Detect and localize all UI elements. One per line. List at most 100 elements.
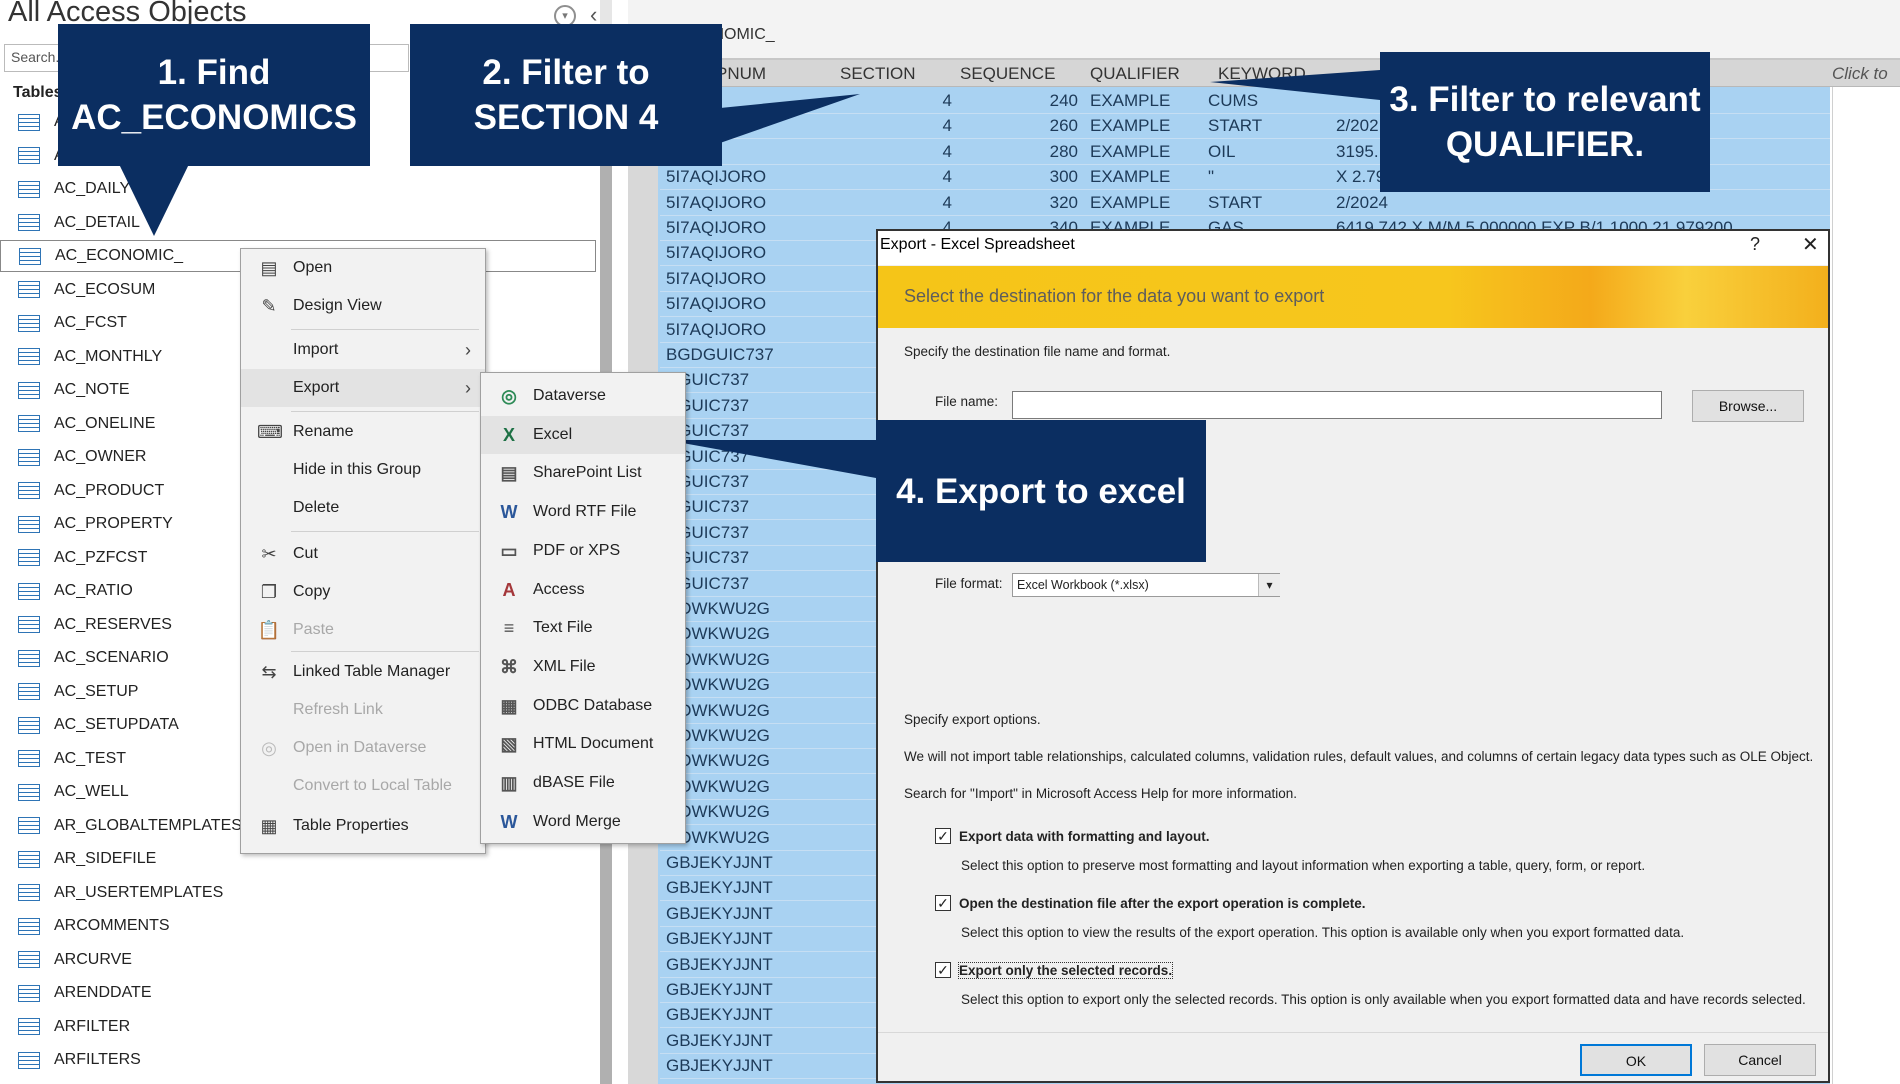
menu-linked-table-manager[interactable]: ⇆ Linked Table Manager [241,653,485,691]
specify-destination-text: Specify the destination file name and fo… [904,344,1171,359]
export-item-excel[interactable]: X Excel [481,415,685,454]
export-item-label: Dataverse [533,387,606,404]
option-2-label[interactable]: Open the destination file after the expo… [959,896,1366,911]
menu-convert-label: Convert to Local Table [293,777,452,794]
menu-separator [291,651,479,652]
dataverse-icon: ◎ [501,386,517,406]
browse-button[interactable]: Browse... [1692,390,1804,422]
export-item-label: Word RTF File [533,503,637,521]
menu-cut-label: Cut [293,545,318,562]
export-item-label: XML File [533,657,596,675]
export-item-label: dBASE File [533,774,615,791]
callout-1: 1. Find AC_ECONOMICS [58,24,370,166]
option-1-checkbox[interactable]: ✓ [935,828,951,844]
dataverse-icon: ◎ [261,738,277,758]
scissors-icon: ✂ [261,544,277,564]
menu-import[interactable]: Import › [241,331,485,369]
option-3-label[interactable]: Export only the selected records. [957,962,1174,979]
menu-delete-label: Delete [293,499,340,516]
text-file-icon: ≡ [503,618,515,639]
option-2-description: Select this option to view the results o… [961,925,1685,940]
word-icon: W [500,502,518,523]
callout-4: 4. Export to excel [876,420,1206,562]
export-submenu: ◎ Dataverse X Excel ▤ SharePoint List W Word RT… [480,372,686,844]
menu-rename[interactable]: ⌨ Rename [241,413,485,451]
menu-separator [291,531,479,532]
export-item-label: HTML Document [533,735,654,753]
menu-hide-label: Hide in this Group [293,461,422,478]
dialog-footer-divider [878,1032,1828,1033]
export-item-label: PDF or XPS [533,541,621,559]
export-item-odbc-database[interactable]: ▦ ODBC Database [481,687,685,725]
callout-3: 3. Filter to relevant QUALIFIER. [1380,52,1710,192]
menu-cut[interactable]: ✂ Cut [241,535,485,573]
dialog-title: Export - Excel Spreadsheet [880,236,1075,253]
callout-2-pointer [700,94,860,150]
dbase-icon: ▥ [500,773,518,793]
option-1-label[interactable]: Export data with formatting and layout. [959,829,1210,844]
export-item-label: SharePoint List [533,464,642,482]
file-format-select[interactable]: Excel Workbook (*.xlsx) [1012,573,1280,597]
menu-copy-label: Copy [293,583,331,600]
menu-import-label: Import [293,341,339,358]
menu-delete[interactable]: Delete [241,489,485,527]
chevron-down-icon[interactable]: ▾ [1258,574,1280,596]
option-3-checkbox[interactable]: ✓ [935,962,951,978]
html-icon: ▧ [500,734,518,755]
odbc-icon: ▦ [500,695,518,716]
export-item-word-merge[interactable]: W Word Merge [481,803,685,841]
design-view-icon: ✎ [261,296,277,316]
excel-icon: X [502,424,515,445]
option-2-checkbox[interactable]: ✓ [935,895,951,911]
close-button[interactable]: ✕ [1802,232,1819,257]
linked-table-icon: ⇆ [261,662,277,682]
export-item-label: Text File [533,619,593,637]
paste-icon: 📋 [257,620,281,640]
menu-design-view[interactable]: ✎ Design View [241,287,485,325]
export-item-word-rtf-file[interactable]: W Word RTF File [481,493,685,531]
menu-open[interactable]: ▤ Open [241,249,485,287]
options-title: Specify export options. [904,712,1041,727]
menu-linked-label: Linked Table Manager [293,663,451,680]
help-button[interactable]: ? [1750,234,1760,255]
menu-export-label: Export [293,379,340,396]
callout-4-pointer [666,440,876,478]
export-item-label: ODBC Database [533,696,653,714]
export-item-text-file[interactable]: ≡ Text File [481,609,685,647]
cancel-button[interactable]: Cancel [1704,1044,1816,1076]
context-menu: ▤ Open ✎ Design View Import › Export › ⌨ Rena… [240,248,486,854]
export-item-xml-file[interactable]: ⌘ XML File [481,648,685,686]
note-1: We will not import table relationships, … [904,749,1814,764]
menu-rename-label: Rename [293,423,354,440]
menu-separator [291,411,479,412]
menu-refresh-link: Refresh Link [241,691,485,729]
menu-convert: Convert to Local Table [241,767,485,805]
menu-paste: 📋 Paste [241,611,485,649]
menu-separator [291,329,479,330]
option-1-description: Select this option to preserve most form… [961,858,1646,873]
export-item-pdf-or-xps[interactable]: ▭ PDF or XPS [481,532,685,570]
file-name-label: File name: [935,394,999,409]
menu-open-dataverse-label: Open in Dataverse [293,739,427,756]
menu-refresh-label: Refresh Link [293,701,383,718]
menu-paste-label: Paste [293,621,334,638]
menu-hide[interactable]: Hide in this Group [241,451,485,489]
export-item-sharepoint-list[interactable]: ▤ SharePoint List [481,454,685,492]
menu-export[interactable]: Export › [241,369,485,407]
open-icon: ▤ [260,258,278,278]
export-item-access[interactable]: A Access [481,571,685,609]
callout-1-pointer [118,162,190,236]
word-merge-icon: W [500,811,518,832]
option-3-description: Select this option to export only the se… [961,992,1806,1007]
export-item-dataverse[interactable]: ◎ Dataverse [481,377,685,415]
sharepoint-icon: ▤ [500,463,518,484]
pdf-icon: ▭ [500,540,518,561]
ok-button[interactable]: OK [1580,1044,1692,1076]
menu-properties-label: Table Properties [293,817,409,834]
file-name-input[interactable] [1012,391,1662,419]
export-item-dbase-file[interactable]: ▥ dBASE File [481,764,685,802]
export-item-html-document[interactable]: ▧ HTML Document [481,725,685,763]
menu-table-properties[interactable]: ▦ Table Properties [241,807,485,845]
export-item-label: Excel [533,425,573,443]
menu-copy[interactable]: ❐ Copy [241,573,485,611]
